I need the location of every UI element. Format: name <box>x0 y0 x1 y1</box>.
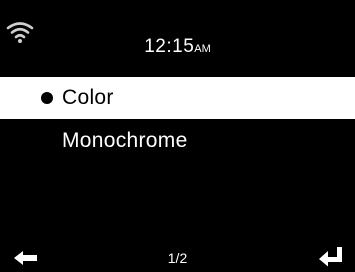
clock: 12:15AM <box>0 36 355 58</box>
clock-ampm: AM <box>194 43 211 55</box>
clock-time: 12:15 <box>144 36 195 57</box>
menu-list: Color Monochrome <box>0 77 355 162</box>
menu-item-label: Monochrome <box>62 129 188 152</box>
menu-item-color[interactable]: Color <box>0 77 355 119</box>
selected-bullet-icon <box>41 92 53 104</box>
page-indicator: 1/2 <box>167 250 188 266</box>
menu-item-label: Color <box>62 86 114 109</box>
menu-item-monochrome[interactable]: Monochrome <box>0 120 355 162</box>
display-screen: 12:15AM Color Monochrome 1/2 <box>0 0 355 272</box>
enter-icon[interactable] <box>318 245 344 267</box>
